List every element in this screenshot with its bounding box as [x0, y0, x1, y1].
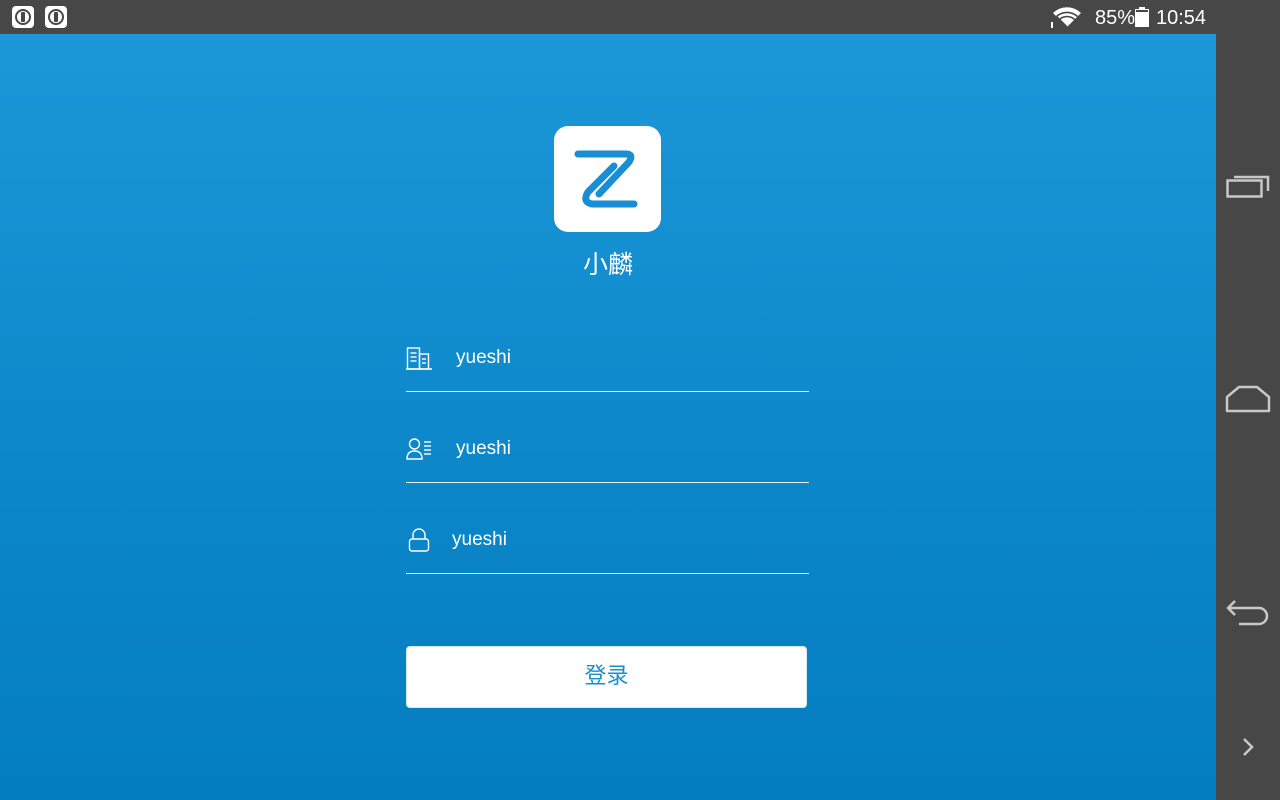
password-field — [406, 514, 809, 574]
user-list-icon — [406, 438, 431, 460]
company-field — [406, 332, 809, 392]
login-screen: 小麟 登录 — [0, 34, 1216, 800]
recent-apps-icon — [1226, 175, 1270, 198]
back-button[interactable] — [1216, 582, 1280, 642]
username-field — [406, 423, 809, 483]
key-icon — [45, 6, 67, 28]
building-icon — [406, 347, 432, 370]
chevron-right-icon — [1243, 738, 1254, 756]
key-icon — [12, 6, 34, 28]
battery-percentage: 85% — [1095, 7, 1136, 29]
navigation-bar — [1216, 34, 1280, 800]
clock: 10:54 — [1156, 7, 1207, 29]
home-icon — [1225, 385, 1271, 413]
password-input[interactable] — [452, 522, 792, 558]
username-input[interactable] — [456, 431, 796, 467]
back-icon — [1226, 600, 1269, 626]
battery-icon — [1135, 7, 1149, 27]
login-button[interactable]: 登录 — [406, 646, 807, 708]
app-name: 小麟 — [582, 250, 633, 279]
status-bar: 85% 10:54 — [0, 0, 1280, 34]
more-button[interactable] — [1216, 717, 1280, 777]
recent-apps-button[interactable] — [1216, 156, 1280, 216]
home-button[interactable] — [1216, 369, 1280, 429]
lock-icon — [408, 528, 430, 552]
wifi-icon — [1051, 7, 1081, 28]
app-logo — [554, 126, 661, 232]
z-logo-icon — [574, 150, 638, 208]
company-input[interactable] — [456, 340, 796, 376]
